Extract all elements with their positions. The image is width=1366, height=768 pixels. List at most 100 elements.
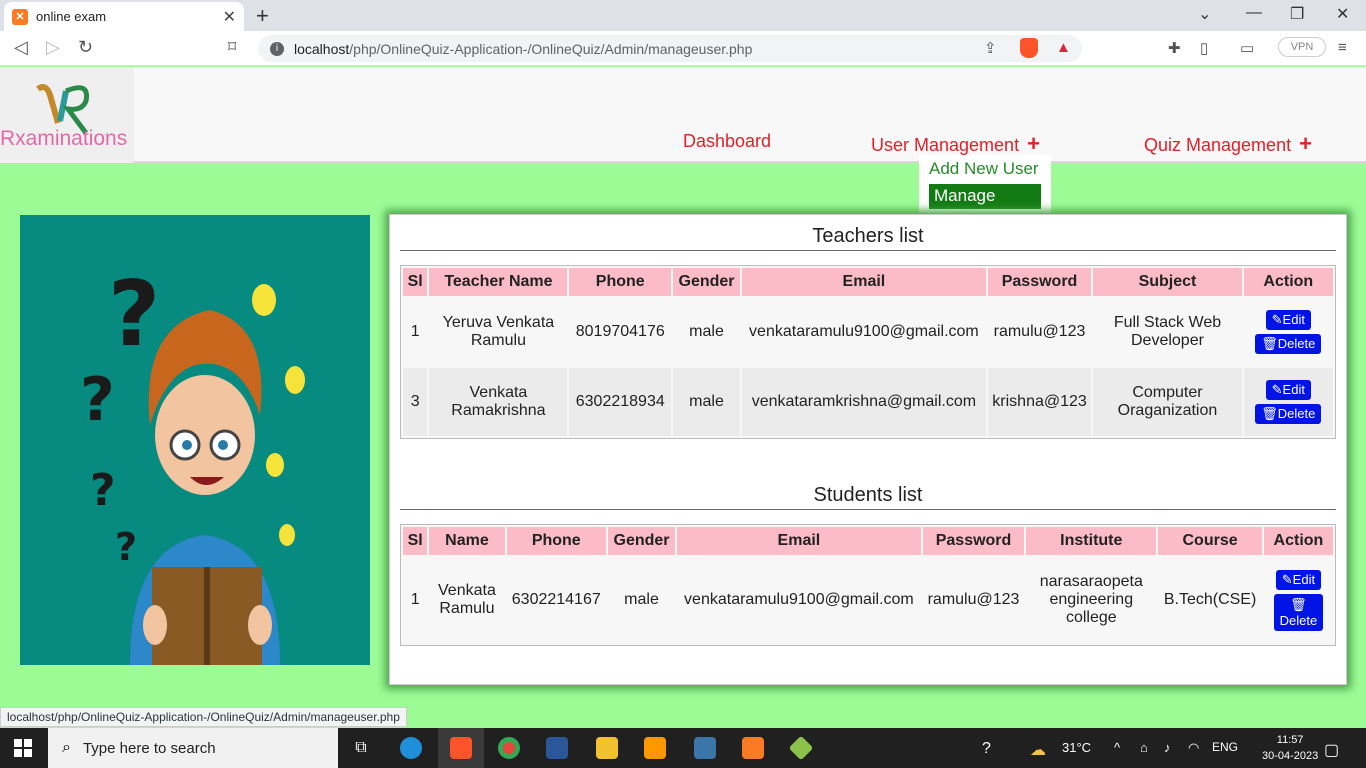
cell-action: ✎Edit 🗑Delete (1243, 368, 1333, 436)
delete-label: Delete (1279, 612, 1318, 628)
logo-text: Rxaminations (0, 127, 128, 150)
address-bar[interactable]: i localhost/php/OnlineQuiz-Application-/… (258, 35, 1082, 62)
sidebar-icon[interactable]: ▯ (1200, 39, 1208, 57)
plus-icon: + (1027, 131, 1040, 156)
col-institute: Institute (1026, 527, 1157, 555)
col-password: Password (922, 527, 1025, 555)
teachers-table: Sl Teacher Name Phone Gender Email Passw… (401, 266, 1335, 438)
help-icon[interactable]: ? (982, 740, 991, 758)
page-content: Rxaminations Dashboard User Management + … (0, 67, 1366, 705)
reading-woman-illustration: ? ? ? ? (80, 262, 305, 665)
delete-button[interactable]: 🗑Delete (1255, 404, 1322, 424)
weather-temp[interactable]: 31°C (1062, 740, 1091, 755)
clock-date: 30-04-2023 (1262, 750, 1319, 762)
chrome-app-icon[interactable] (486, 728, 532, 768)
sublime-app-icon[interactable] (632, 728, 678, 768)
cell-password: ramulu@123 (922, 557, 1025, 643)
nav-user-management-label: User Management (871, 135, 1020, 155)
clock[interactable]: 11:57 30-04-2023 (1262, 732, 1318, 764)
share-icon[interactable]: ⇪ (984, 39, 997, 57)
task-view-icon[interactable]: ⧉ (338, 728, 384, 768)
edit-icon: ✎ (1271, 312, 1283, 327)
site-header: Rxaminations Dashboard User Management + … (0, 67, 1366, 163)
user-management-dropdown: Add New User Manage User (919, 155, 1051, 225)
new-tab-icon[interactable]: + (256, 3, 269, 29)
col-email: Email (742, 268, 986, 296)
minimize-icon[interactable]: — (1246, 4, 1262, 22)
xampp-app-icon[interactable] (730, 728, 776, 768)
nav-user-management[interactable]: User Management + (871, 131, 1040, 157)
cell-phone: 6302218934 (569, 368, 672, 436)
logo[interactable]: Rxaminations (0, 67, 134, 163)
col-sl: Sl (403, 268, 428, 296)
cell-sl: 1 (403, 298, 428, 366)
svg-text:?: ? (115, 525, 137, 569)
menu-icon[interactable]: ≡ (1338, 39, 1347, 56)
nav-quiz-management[interactable]: Quiz Management + (1144, 131, 1312, 157)
delete-button[interactable]: 🗑Delete (1255, 334, 1322, 354)
plus-icon: + (1299, 131, 1312, 156)
users-card: Teachers list Sl Teacher Name Phone Gend… (389, 214, 1347, 685)
cell-gender: male (673, 298, 741, 366)
edit-button[interactable]: ✎Edit (1265, 310, 1311, 330)
site-info-icon[interactable]: i (270, 41, 284, 56)
edit-label: Edit (1282, 312, 1305, 327)
close-window-icon[interactable]: ✕ (1336, 4, 1349, 24)
nav-quiz-management-label: Quiz Management (1144, 135, 1292, 155)
tray-chevron-icon[interactable]: ^ (1114, 740, 1120, 755)
manage-user-link[interactable]: Manage User (929, 184, 1041, 225)
file-explorer-icon[interactable] (584, 728, 630, 768)
teachers-table-wrap: Sl Teacher Name Phone Gender Email Passw… (400, 265, 1336, 439)
trash-icon: 🗑 (1261, 406, 1278, 421)
wifi-icon[interactable]: ◠ (1188, 740, 1199, 756)
wallet-icon[interactable]: ▭ (1240, 39, 1254, 57)
url-path: /php/OnlineQuiz-Application-/OnlineQuiz/… (349, 40, 753, 57)
weather-icon: ☁ (1030, 742, 1046, 759)
back-icon[interactable]: ◁ (14, 37, 28, 58)
col-teacher-name: Teacher Name (429, 268, 568, 296)
brave-rewards-icon[interactable]: ▲ (1056, 39, 1071, 56)
windows-start-icon[interactable] (14, 739, 32, 757)
tab-search-icon[interactable]: ⌄ (1198, 4, 1211, 24)
restore-icon[interactable]: ❐ (1290, 4, 1304, 24)
add-new-user-link[interactable]: Add New User (929, 159, 1039, 179)
edit-button[interactable]: ✎Edit (1265, 380, 1311, 400)
edit-label: Edit (1292, 571, 1316, 587)
notifications-icon[interactable]: ▢ (1324, 740, 1339, 760)
close-tab-icon[interactable]: ✕ (223, 7, 236, 27)
col-action: Action (1263, 527, 1333, 555)
language-indicator[interactable]: ENG (1212, 740, 1238, 754)
delete-label: Delete (1277, 406, 1316, 421)
taskbar-search[interactable]: ⌕ Type here to search (48, 728, 338, 768)
col-password: Password (987, 268, 1092, 296)
col-course: Course (1158, 527, 1262, 555)
cell-sl: 3 (403, 368, 428, 436)
browser-toolbar: ◁ ▷ ↻ ⌑ i localhost/php/OnlineQuiz-Appli… (0, 31, 1366, 66)
edit-button[interactable]: ✎Edit (1275, 569, 1322, 590)
col-name: Name (429, 527, 505, 555)
windows-taskbar: ⌕ Type here to search ⧉ ? ☁ 31°C ^ ⌂ ♪ ◠… (0, 728, 1366, 768)
git-app-icon[interactable] (778, 728, 824, 768)
tab-bar: ✕ online exam ✕ + ⌄ — ❐ ✕ (0, 0, 1366, 31)
reload-icon[interactable]: ↻ (78, 37, 93, 58)
nav-dashboard[interactable]: Dashboard (683, 131, 771, 152)
edge-app-icon[interactable] (388, 728, 434, 768)
python-app-icon[interactable] (682, 728, 728, 768)
vpn-button[interactable]: VPN (1278, 37, 1326, 57)
word-app-icon[interactable] (534, 728, 580, 768)
delete-label: Delete (1277, 336, 1316, 351)
col-gender: Gender (608, 527, 676, 555)
volume-icon[interactable]: ♪ (1164, 740, 1171, 755)
students-table-wrap: Sl Name Phone Gender Email Password Inst… (400, 524, 1336, 646)
bookmark-icon[interactable]: ⌑ (228, 37, 236, 57)
extensions-icon[interactable]: ✚ (1168, 39, 1181, 57)
forward-icon[interactable]: ▷ (46, 37, 60, 58)
brave-app-icon[interactable] (438, 728, 484, 768)
browser-tab[interactable]: ✕ online exam ✕ (4, 2, 244, 31)
brave-shield-icon[interactable] (1020, 38, 1038, 58)
network-icon[interactable]: ⌂ (1140, 740, 1148, 755)
cell-gender: male (608, 557, 676, 643)
table-row: 3 Venkata Ramakrishna 6302218934 male ve… (403, 368, 1333, 436)
delete-button[interactable]: 🗑Delete (1273, 593, 1324, 631)
cell-sl: 1 (403, 557, 428, 643)
